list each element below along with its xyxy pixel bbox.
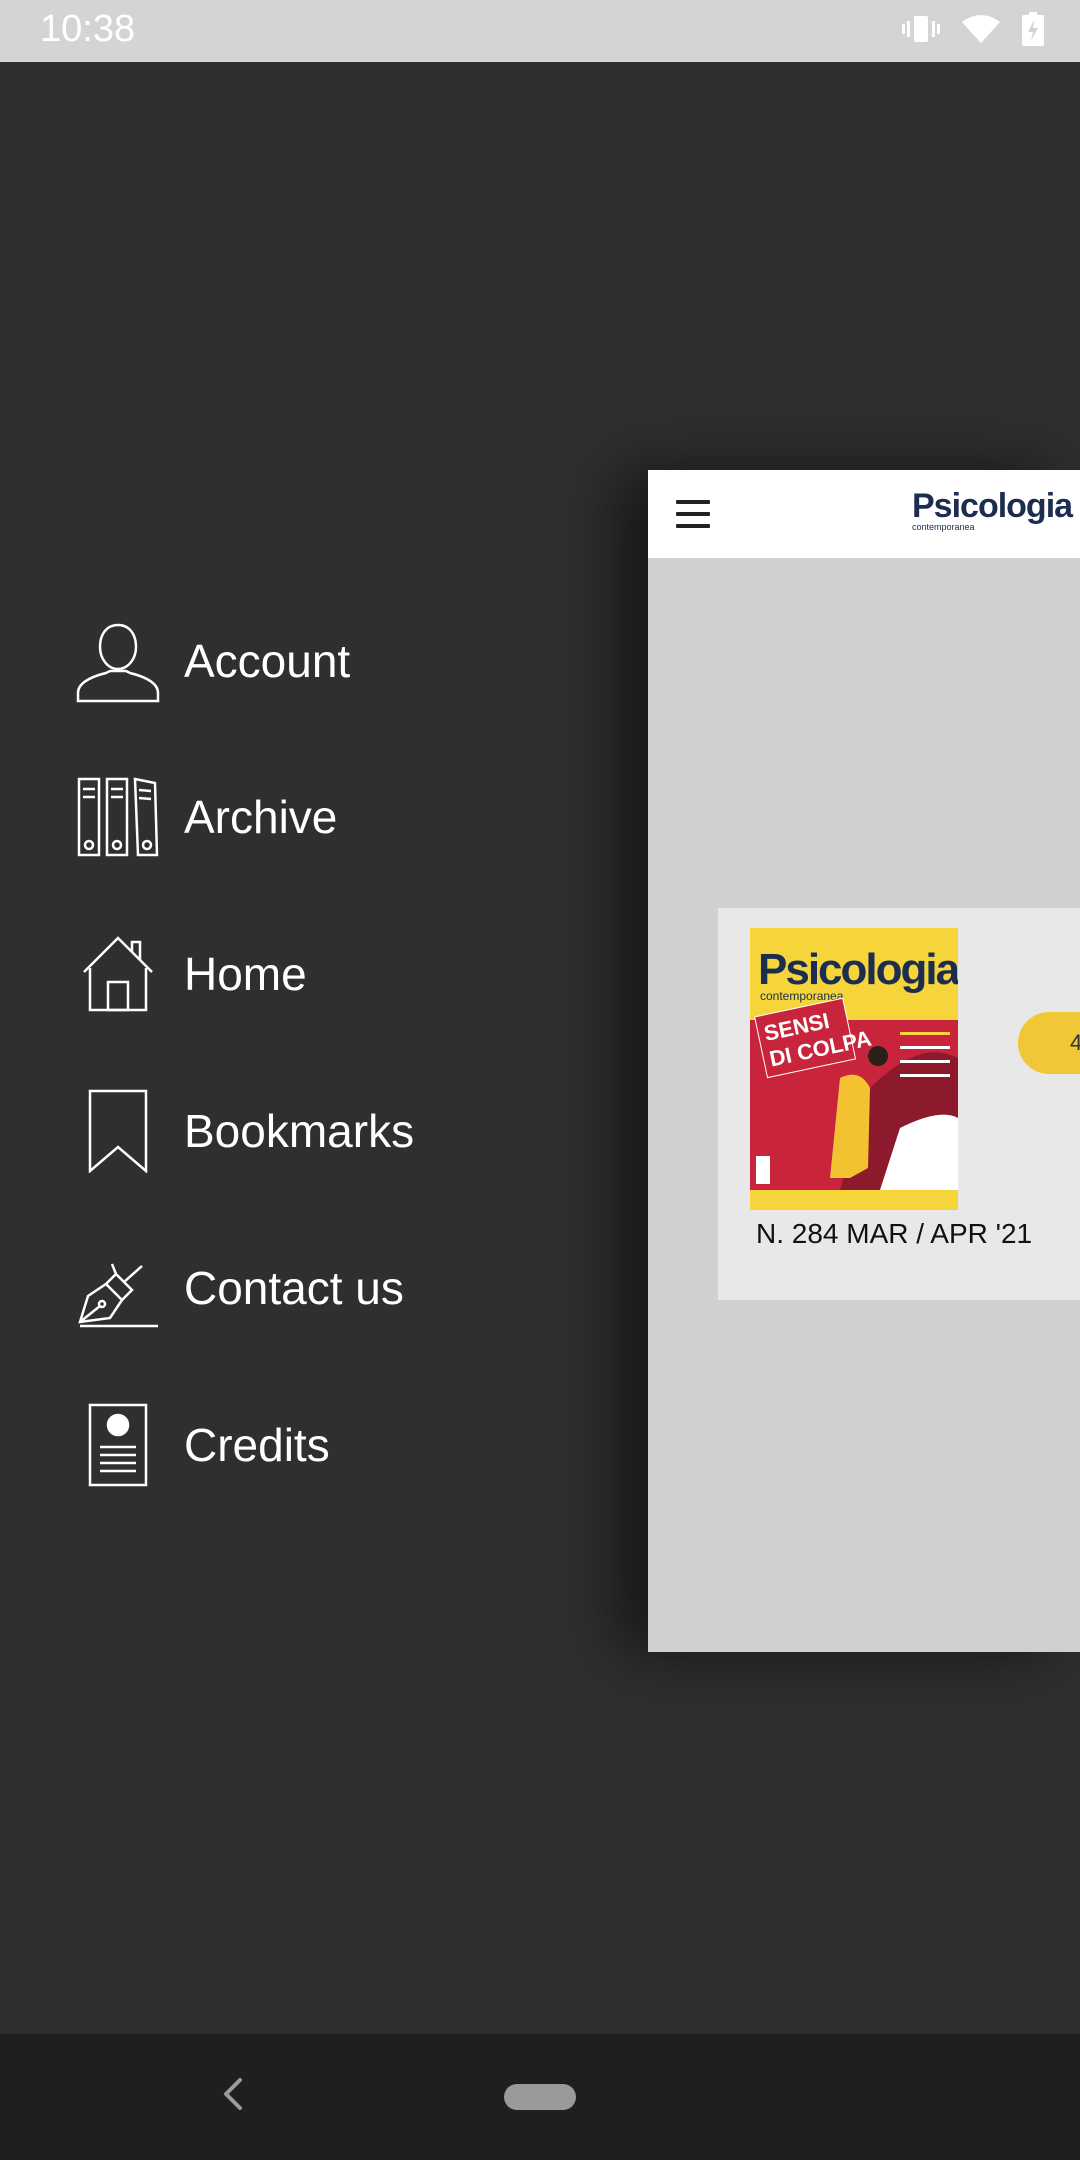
archive-icon <box>76 772 160 862</box>
brand-logo: Psicologia <box>912 487 1073 525</box>
status-bar: 10:38 <box>0 0 1080 62</box>
bookmark-icon <box>76 1086 160 1176</box>
system-nav-bar <box>0 2034 1080 2160</box>
brand-logo-subtitle: contemporanea <box>912 522 975 532</box>
drawer-item-label: Contact us <box>184 1262 404 1314</box>
home-pill-button[interactable] <box>504 2084 576 2110</box>
account-icon <box>76 616 160 706</box>
app-toolbar: Psicologia contemporanea <box>648 470 1080 558</box>
drawer-item-home[interactable]: Home <box>76 919 596 1029</box>
credits-icon <box>76 1400 160 1490</box>
home-icon <box>76 929 160 1019</box>
issue-cover-image[interactable]: Psicologia contemporanea SENSI DI COLPA <box>750 928 958 1210</box>
menu-icon[interactable] <box>676 500 710 528</box>
vibrate-icon <box>902 14 940 49</box>
battery-charging-icon <box>1022 12 1044 51</box>
status-icons <box>902 12 1044 51</box>
drawer-item-credits[interactable]: Credits <box>76 1390 596 1500</box>
status-time: 10:38 <box>40 8 136 50</box>
drawer-item-label: Bookmarks <box>184 1105 415 1157</box>
back-icon[interactable] <box>206 2064 256 2124</box>
main-screen-preview[interactable]: Psicologia contemporanea Psicologia cont… <box>648 470 1080 1652</box>
drawer-item-label: Archive <box>184 791 338 843</box>
issue-label: N. 284 MAR / APR '21 <box>756 1218 1033 1249</box>
drawer-item-contact-us[interactable]: Contact us <box>76 1233 596 1343</box>
pen-icon <box>76 1243 160 1333</box>
drawer-item-label: Home <box>184 948 307 1000</box>
drawer-item-archive[interactable]: Archive <box>76 762 596 872</box>
wifi-icon <box>962 14 1000 49</box>
drawer-item-label: Account <box>184 635 351 687</box>
drawer-item-label: Credits <box>184 1419 330 1471</box>
page-count-badge[interactable]: 4 <box>1018 1012 1080 1074</box>
issue-card[interactable]: Psicologia contemporanea SENSI DI COLPA <box>718 908 1080 1300</box>
drawer-item-bookmarks[interactable]: Bookmarks <box>76 1076 596 1186</box>
cover-title: Psicologia <box>758 945 958 994</box>
drawer-item-account[interactable]: Account <box>76 606 596 716</box>
